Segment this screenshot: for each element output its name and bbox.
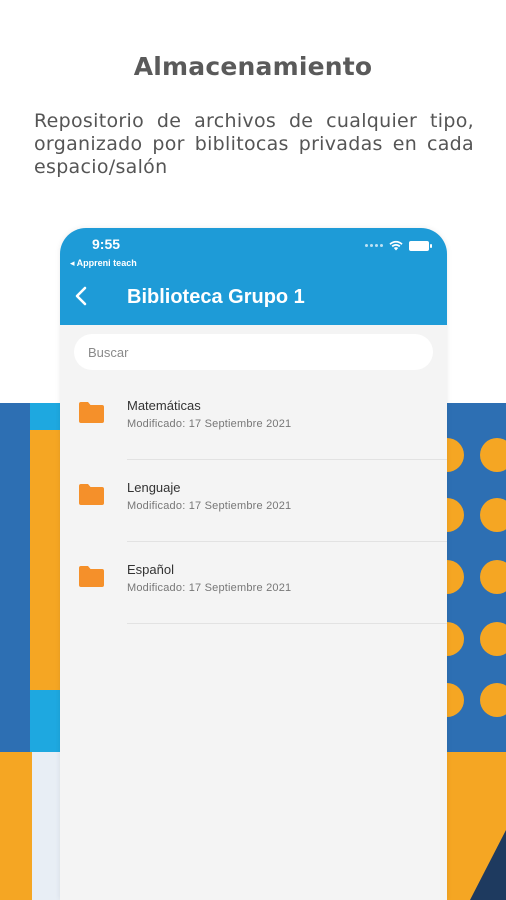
- decor-left-orange: [30, 430, 62, 690]
- wifi-icon: [389, 240, 403, 251]
- folder-name: Matemáticas: [127, 398, 201, 413]
- folder-name: Lenguaje: [127, 480, 181, 495]
- folder-icon: [79, 566, 104, 587]
- signal-icon: [365, 244, 383, 247]
- folder-item-lenguaje[interactable]: Lenguaje Modificado: 17 Septiembre 2021: [60, 460, 447, 542]
- folder-modified: Modificado: 17 Septiembre 2021: [127, 500, 292, 512]
- folder-icon: [79, 402, 104, 423]
- folder-list: Matemáticas Modificado: 17 Septiembre 20…: [60, 378, 447, 624]
- status-icons: [365, 240, 432, 251]
- promo-description: Repositorio de archivos de cualquier tip…: [34, 110, 474, 178]
- decor-dot: [480, 438, 506, 472]
- search-input[interactable]: Buscar: [74, 334, 433, 370]
- status-time: 9:55: [92, 236, 121, 252]
- divider: [127, 623, 447, 624]
- folder-modified: Modificado: 17 Septiembre 2021: [127, 582, 292, 594]
- chevron-left-icon[interactable]: [70, 284, 92, 308]
- phone-mockup: 9:55 ◂ Appreni teach Biblioteca Grupo 1 …: [60, 228, 447, 900]
- folder-item-espanol[interactable]: Español Modificado: 17 Septiembre 2021: [60, 542, 447, 624]
- folder-item-matematicas[interactable]: Matemáticas Modificado: 17 Septiembre 20…: [60, 378, 447, 460]
- decor-dot: [480, 560, 506, 594]
- decor-right-navy-triangle: [470, 830, 506, 900]
- battery-icon: [409, 240, 432, 251]
- folder-modified: Modificado: 17 Septiembre 2021: [127, 418, 292, 430]
- app-bar: 9:55 ◂ Appreni teach Biblioteca Grupo 1: [60, 228, 447, 325]
- promo-title: Almacenamiento: [133, 52, 373, 81]
- decor-left-grey-bottom: [32, 752, 62, 900]
- status-back-app[interactable]: ◂ Appreni teach: [70, 258, 137, 269]
- page-title: Biblioteca Grupo 1: [127, 286, 305, 308]
- decor-dot: [480, 622, 506, 656]
- folder-name: Español: [127, 562, 174, 577]
- decor-dot: [480, 683, 506, 717]
- folder-icon: [79, 484, 104, 505]
- decor-dot: [480, 498, 506, 532]
- decor-left-orange-bottom: [0, 752, 32, 900]
